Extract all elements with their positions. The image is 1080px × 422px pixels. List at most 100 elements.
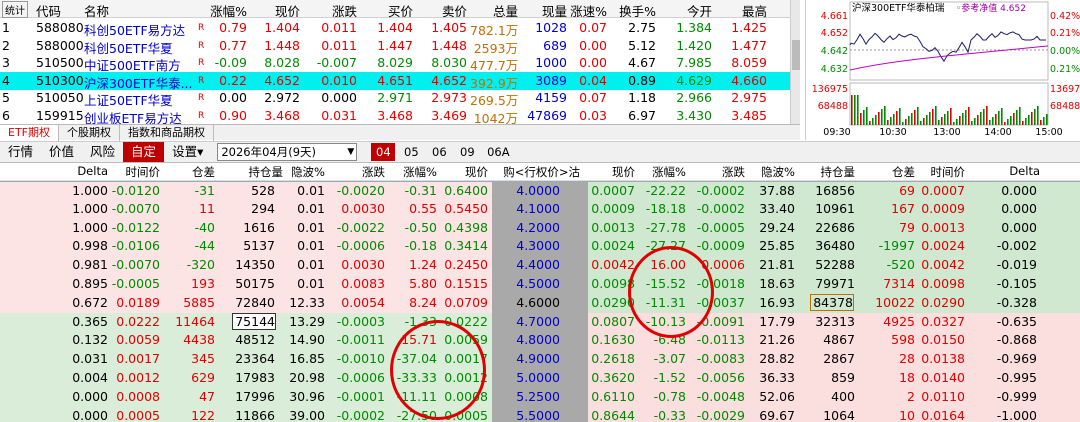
option-row[interactable]: 0.365 0.0222 11464 75144 13.29 -0.0003 -1.33 0.… [0,312,1080,332]
option-cell-c_chg: -0.0002 [336,407,385,422]
watchlist-col-header[interactable]: 换手% [610,1,656,20]
time-label: 13:00 [933,127,960,138]
option-cell-p_px[interactable]: 0.2618 [580,351,635,366]
watchlist-cell-idx: 3 [2,55,10,70]
watchlist-col-header[interactable]: 涨速% [570,1,607,20]
option-cell-c_oi_chg: 11 [199,200,215,216]
option-row[interactable]: 1.000 -0.0120 -31 528 0.01 -0.0020 -0.31 0.6400… [0,181,1080,200]
watchlist-row[interactable]: 4 510300 沪深300ETF华泰... 0.22 4.652 0.010 4.651 4… [0,71,790,91]
tab-value[interactable]: 价值 [41,142,82,162]
watchlist-scrollbar[interactable] [790,0,800,124]
option-col-header[interactable]: 现价 [398,164,488,180]
option-row[interactable]: 0.004 0.0012 629 17983 20.98 -0.0006 -33.33 0.0… [0,369,1080,388]
option-cell-p_delta: -0.868 [996,332,1037,348]
tab-custom[interactable]: 自定 [123,142,165,162]
watchlist-col-header[interactable]: 现量 [522,1,567,20]
settings-button[interactable]: 设置▾ [164,142,211,162]
option-cell-c_px[interactable]: 0.1515 [433,276,488,291]
watchlist-row[interactable]: 1 588080 科创50ETF易方达 0.79 1.404 0.011 1.404 1.40… [0,19,790,38]
watchlist-col-header[interactable]: 总量 [470,1,518,20]
volume-bar [857,95,859,125]
watchlist-col-header[interactable]: 最高 [715,1,767,20]
month-tab-06[interactable]: 06 [427,143,451,161]
volume-bar [893,114,895,125]
option-cell-c_px[interactable]: 0.3414 [433,238,488,253]
watchlist-col-header[interactable]: 卖价 [415,1,467,20]
watchlist-col-header[interactable]: 涨幅% [205,1,247,20]
watchlist-row[interactable]: 2 588000 科创50ETF华夏 0.77 1.448 0.011 1.447 1.448… [0,37,790,56]
option-row[interactable]: 0.132 0.0059 4438 48512 14.90 -0.0011 15.71 0.0… [0,331,1080,351]
month-tab-06a[interactable]: 06A [483,143,513,161]
market-tab[interactable]: 个股期权 [59,125,120,141]
month-tab-05[interactable]: 05 [399,143,423,161]
option-cell-p_px[interactable]: 0.6110 [580,389,635,404]
volume-bar [938,120,940,125]
volume-bar [950,108,952,125]
volume-bar [1025,118,1027,125]
month-tab-09[interactable]: 09 [455,143,479,161]
option-cell-p_oi_chg: -1997 [878,238,915,254]
option-cell-p_px[interactable]: 0.0290 [580,295,635,310]
option-row[interactable]: 0.895 -0.0005 193 50175 0.01 0.0083 5.80 0.1515… [0,275,1080,294]
option-cell-c_px[interactable]: 0.4398 [433,220,488,235]
watchlist-col-header[interactable]: 今开 [660,1,712,20]
tab-quote[interactable]: 行情 [0,142,41,162]
option-row[interactable]: 0.000 0.0005 122 11866 39.00 -0.0002 -27.50 0.0… [0,406,1080,422]
option-cell-p_tv: 0.0290 [921,294,965,310]
option-cell-p_px[interactable]: 0.0042 [580,257,635,272]
vol-right-tick: 68488 [1050,101,1080,112]
option-cell-c_delta: 1.000 [72,183,108,198]
option-cell-c_chg: -0.0020 [336,183,385,198]
option-row[interactable]: 0.998 -0.0106 -44 5137 0.01 -0.0006 -0.18 0.341… [0,237,1080,257]
volume-bar [851,95,853,125]
tab-risk[interactable]: 风险 [82,142,123,162]
watchlist-col-header[interactable]: 买价 [360,1,413,20]
option-cell-c_oi: 11866 [235,407,275,422]
option-row[interactable]: 1.000 -0.0070 11 294 0.01 0.0030 0.55 0.5450 4.1… [0,199,1080,219]
option-cell-p_oi_chg: 598 [891,332,915,348]
option-cell-p_px[interactable]: 0.0098 [580,276,635,291]
option-col-header[interactable]: Delta [950,164,1040,178]
option-cell-c_px[interactable]: 0.2450 [433,257,488,272]
watchlist-col-header[interactable]: 统计 [2,1,28,18]
option-row[interactable]: 0.031 0.0017 345 23364 16.85 -0.0010 -37.04 0.0… [0,350,1080,369]
volume-bar [863,110,865,125]
option-cell-p_chg: -0.0056 [696,370,745,385]
watchlist-row[interactable]: 3 510500 中证500ETF南方 -0.09 8.028 -0.007 8.029 8.… [0,54,790,73]
option-cell-p_px[interactable]: 0.8644 [580,408,635,422]
option-cell-p_tv: 0.0164 [921,407,965,422]
option-row[interactable]: 0.000 0.0008 47 17996 30.96 -0.0001 -11.11 0.00… [0,387,1080,407]
option-cell-p_px[interactable]: 0.0807 [580,314,635,329]
option-cell-c_px[interactable]: 0.0709 [433,295,488,310]
watchlist-row[interactable]: 6 159915 创业板ETF易方达 0.90 3.468 0.031 3.468 3.469… [0,107,790,126]
option-cell-c_px[interactable]: 0.5450 [433,201,488,216]
watchlist-cell-price: 4.652 [264,72,300,88]
watchlist-col-header[interactable]: 代码 [36,1,84,20]
option-cell-p_iv: 69.67 [759,407,795,422]
watchlist-col-header[interactable]: 名称 [84,1,196,20]
option-cell-c_tv: -0.0070 [111,200,160,216]
option-cell-p_px[interactable]: 0.1630 [580,332,635,347]
watchlist-col-header[interactable]: 现价 [250,1,300,20]
option-cell-p_px[interactable]: 0.0024 [580,238,635,253]
option-cell-p_px[interactable]: 0.0007 [580,183,635,198]
month-tab-04[interactable]: 04 [371,143,396,161]
option-cell-c_iv: 0.01 [297,276,325,291]
option-cell-p_px[interactable]: 0.3620 [580,370,635,385]
option-row[interactable]: 1.000 -0.0122 -40 1616 0.01 -0.0022 -0.50 0.439… [0,218,1080,238]
option-cell-p_px[interactable]: 0.0009 [580,201,635,216]
option-cell-p_oi: 859 [831,370,855,385]
option-cell-c_px[interactable]: 0.6400 [433,183,488,198]
watchlist-col-header[interactable]: 涨跌 [305,1,357,20]
option-cell-strike: 4.1000 [516,200,560,216]
scrollbar-thumb[interactable] [792,40,800,70]
market-tab[interactable]: ETF期权 [0,125,59,141]
option-cell-p_pct: -22.22 [645,183,686,198]
option-cell-p_chg: -0.0048 [696,388,745,404]
option-row[interactable]: 0.672 0.0189 5885 72840 12.33 0.0054 8.24 0.070… [0,293,1080,313]
expiry-month-select[interactable]: 2026年04月(9天) ▼ [217,143,358,161]
market-tab[interactable]: 指数和商品期权 [120,125,214,141]
option-row[interactable]: 0.981 -0.0070 -320 14350 0.01 0.0030 1.24 0.245… [0,256,1080,275]
option-cell-p_px[interactable]: 0.0013 [580,220,635,235]
watchlist-row[interactable]: 5 510050 上证50ETF华夏 0.00 2.972 0.000 2.971 2.973… [0,89,790,108]
